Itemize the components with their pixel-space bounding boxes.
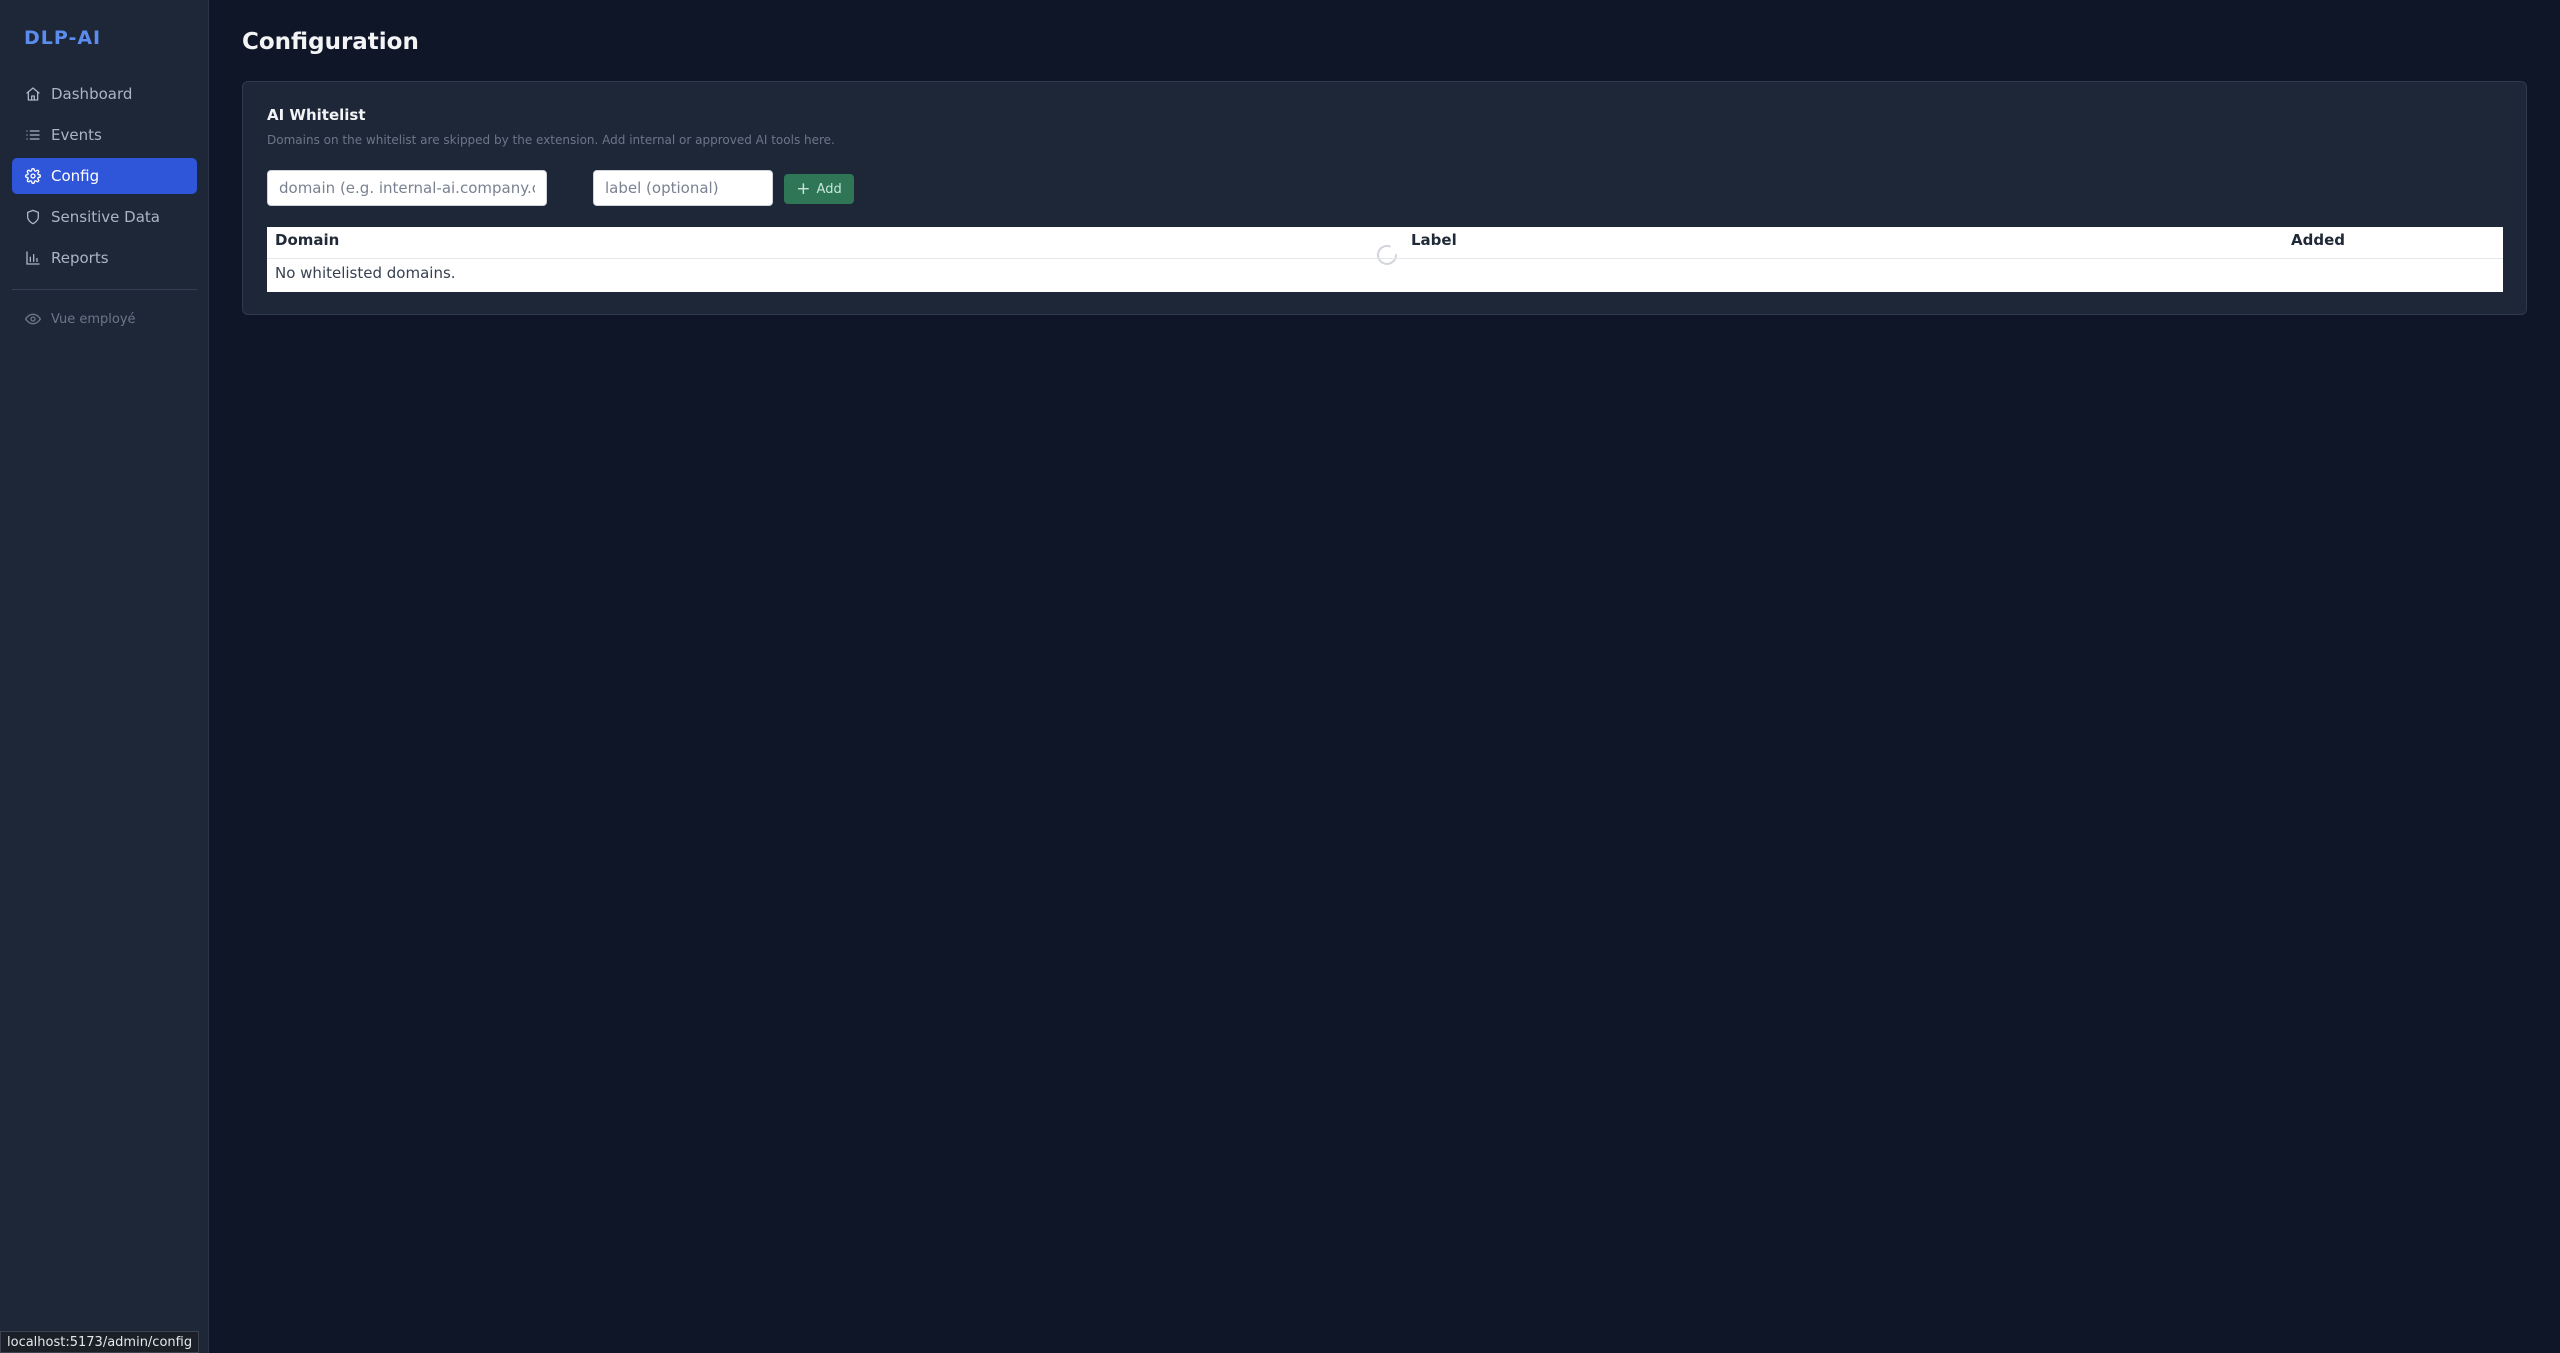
whitelist-table: Domain Label Added No whitelisted domain… [267, 227, 2503, 292]
card-title: AI Whitelist [267, 106, 366, 124]
empty-table-message: No whitelisted domains. [275, 264, 456, 282]
status-bar-url: localhost:5173/admin/config [0, 1331, 200, 1353]
sidebar-item-label: Config [51, 167, 100, 185]
ai-whitelist-card: AI Whitelist Domains on the whitelist ar… [242, 81, 2527, 315]
sidebar-item-reports[interactable]: Reports [12, 240, 197, 276]
sidebar-item-label: Reports [51, 249, 109, 267]
card-description: Domains on the whitelist are skipped by … [267, 133, 835, 147]
shield-icon [24, 208, 42, 226]
add-button-label: Add [816, 181, 842, 197]
main-content: Configuration AI Whitelist Domains on th… [209, 0, 2560, 1353]
loading-spinner-icon [1377, 244, 1397, 265]
add-button[interactable]: + Add [784, 174, 854, 204]
sidebar: DLP-AI Dashboard Events Config Sensitive… [0, 0, 209, 1353]
sidebar-item-label: Sensitive Data [51, 208, 160, 226]
sidebar-item-events[interactable]: Events [12, 117, 197, 153]
gear-icon [24, 167, 42, 185]
sidebar-item-label: Dashboard [51, 85, 133, 103]
column-header-label: Label [1411, 231, 1457, 249]
eye-icon [24, 310, 42, 328]
sidebar-item-sensitive-data[interactable]: Sensitive Data [12, 199, 197, 235]
list-icon [24, 126, 42, 144]
sidebar-item-employee-view[interactable]: Vue employé [12, 301, 197, 337]
sidebar-item-config[interactable]: Config [12, 158, 197, 194]
label-input[interactable] [593, 170, 773, 206]
plus-icon: + [796, 178, 811, 199]
sidebar-divider [12, 289, 197, 290]
page-title: Configuration [242, 29, 419, 55]
column-header-added: Added [2291, 231, 2345, 249]
bar-chart-icon [24, 249, 42, 267]
header-divider [267, 258, 2503, 259]
sidebar-item-label: Events [51, 126, 102, 144]
column-header-domain: Domain [275, 231, 340, 249]
sidebar-item-dashboard[interactable]: Dashboard [12, 76, 197, 112]
sidebar-item-label: Vue employé [51, 311, 136, 327]
domain-input[interactable] [267, 170, 547, 206]
home-icon [24, 85, 42, 103]
brand-logo[interactable]: DLP-AI [24, 27, 101, 49]
